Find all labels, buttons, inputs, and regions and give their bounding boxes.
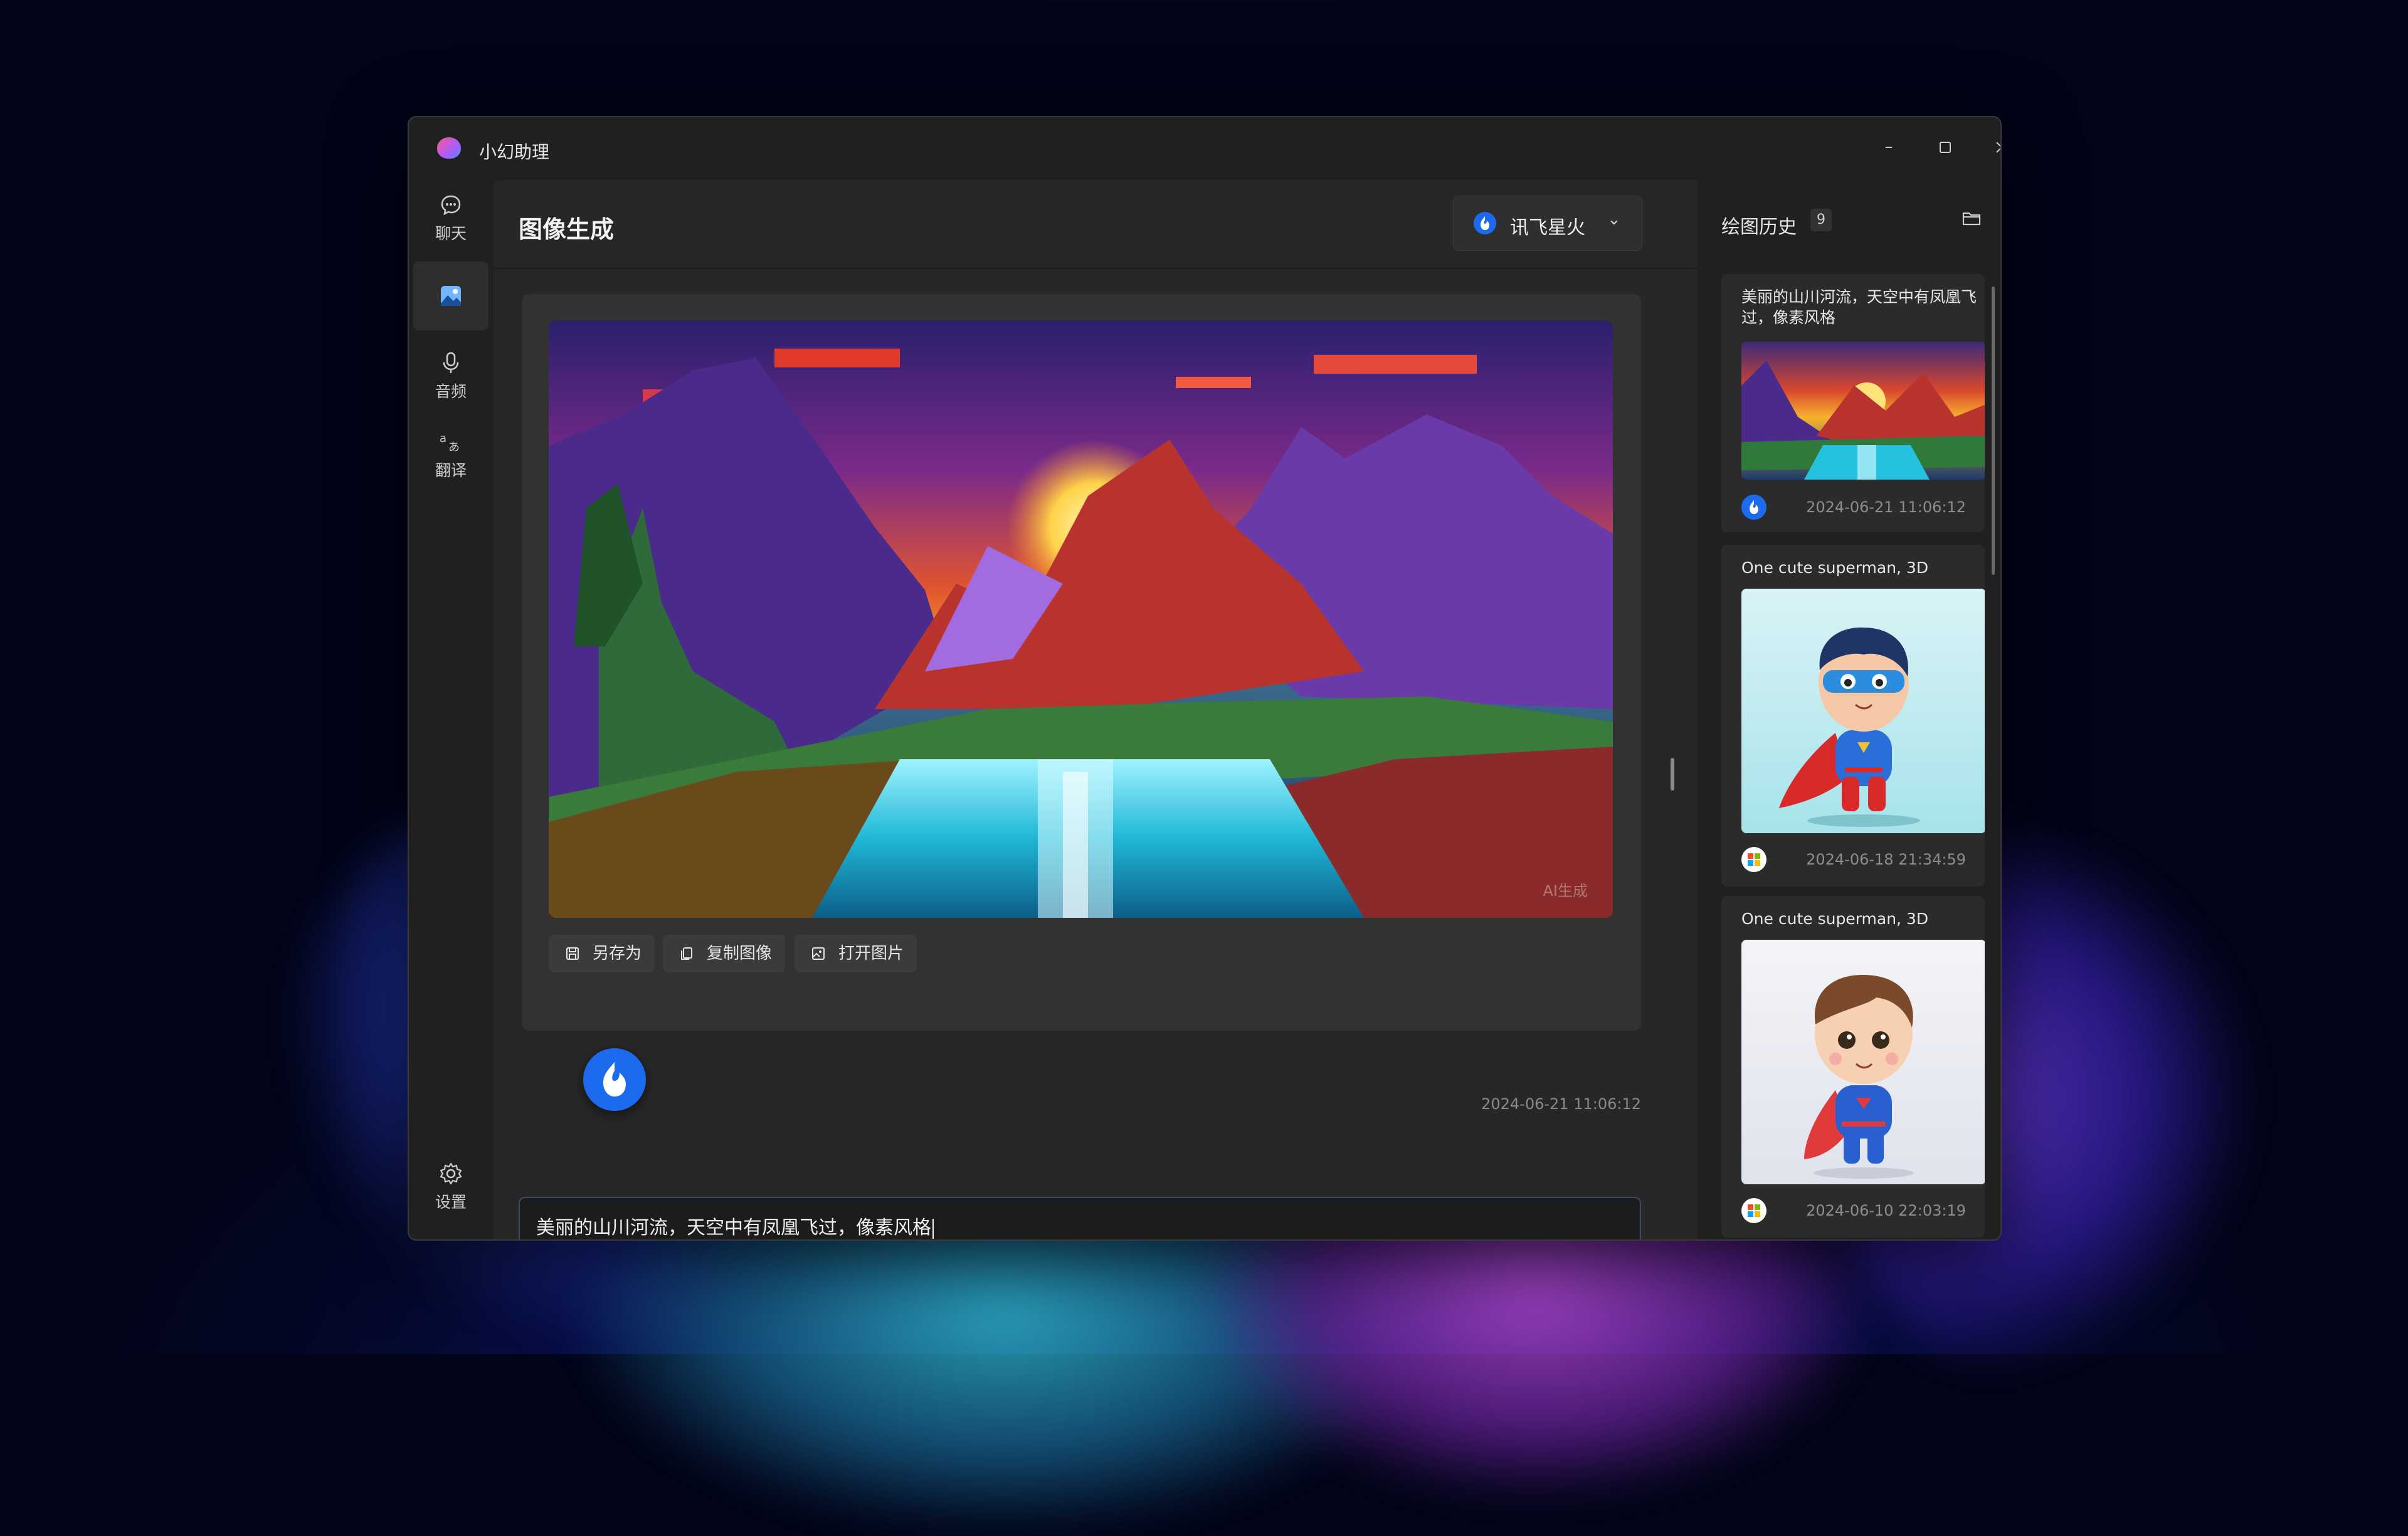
nav-item-translate[interactable]: aあ 翻译 (413, 417, 488, 486)
svg-text:あ: あ (448, 441, 460, 454)
nav-item-audio[interactable]: 音频 (413, 338, 488, 407)
page-title: 图像生成 (519, 216, 615, 243)
nav-item-image[interactable] (413, 261, 488, 330)
open-image-icon (812, 947, 825, 960)
divider (494, 268, 1698, 269)
gear-icon (440, 1162, 462, 1185)
panel-splitter[interactable] (1671, 758, 1674, 791)
history-thumbnail[interactable] (1741, 589, 1985, 833)
nav-item-label: 聊天 (435, 224, 467, 243)
spark-icon (1474, 212, 1496, 234)
text-caret (932, 1218, 934, 1239)
maximize-icon (1940, 141, 1951, 153)
chevron-down-icon: ⌄ (1607, 210, 1621, 229)
history-prompt: 美丽的山川河流，天空中有凤凰飞过，像素风格 (1741, 288, 1977, 327)
history-thumbnail[interactable] (1741, 940, 1985, 1184)
spark-icon (583, 1048, 646, 1111)
microphone-icon (443, 352, 459, 373)
nav-item-chat[interactable]: 聊天 (413, 180, 488, 249)
copy-image-label: 复制图像 (707, 944, 773, 963)
history-time: 2024-06-21 11:06:12 (1806, 498, 1966, 516)
save-as-button[interactable]: 另存为 (549, 935, 654, 972)
main-panel: 图像生成 讯飞星火 ⌄ AI生成 另存为 复制图像 打开图片 2024-06-2… (494, 180, 1698, 1239)
app-title: 小幻助理 (479, 142, 550, 162)
result-card: AI生成 另存为 复制图像 打开图片 (522, 294, 1641, 1031)
history-thumbnail[interactable] (1741, 342, 1985, 480)
svg-text:a: a (440, 432, 446, 445)
side-nav: 聊天 音频 aあ 翻译 设置 (409, 180, 494, 1239)
history-prompt: One cute superman, 3D (1741, 559, 1929, 577)
history-scrollbar[interactable] (1992, 287, 1995, 575)
nav-item-label: 设置 (435, 1193, 467, 1211)
close-icon (1996, 141, 2000, 153)
maximize-button[interactable] (1926, 131, 1964, 162)
microsoft-icon (1741, 847, 1766, 872)
spark-icon (1741, 495, 1766, 520)
generated-image[interactable]: AI生成 (549, 320, 1613, 918)
microsoft-icon (1741, 1198, 1766, 1223)
chat-icon (441, 195, 461, 216)
open-image-label: 打开图片 (838, 944, 904, 963)
ai-watermark: AI生成 (1543, 882, 1588, 900)
close-button[interactable] (1983, 131, 2000, 162)
minimize-button[interactable]: – (1870, 131, 1908, 162)
message-timestamp: 2024-06-21 11:06:12 (1481, 1095, 1641, 1113)
nav-item-label: 翻译 (435, 461, 467, 480)
history-time: 2024-06-10 22:03:19 (1806, 1202, 1966, 1219)
save-as-label: 另存为 (593, 944, 642, 963)
history-panel: 绘图历史 9 美丽的山川河流，天空中有凤凰飞过，像素风格 2024-06-21 … (1698, 180, 2000, 1239)
model-select[interactable]: 讯飞星火 ⌄ (1453, 196, 1642, 251)
nav-item-label: 音频 (435, 382, 467, 401)
history-time: 2024-06-18 21:34:59 (1806, 851, 1966, 868)
image-icon (441, 286, 461, 306)
model-label: 讯飞星火 (1510, 217, 1585, 239)
history-title: 绘图历史 (1721, 216, 1797, 238)
history-item[interactable]: One cute superman, 3D (1721, 545, 1985, 886)
prompt-text: 美丽的山川河流，天空中有凤凰飞过，像素风格 (536, 1217, 931, 1239)
history-prompt: One cute superman, 3D (1741, 910, 1929, 928)
nav-item-settings[interactable]: 设置 (413, 1149, 488, 1218)
history-item[interactable]: 美丽的山川河流，天空中有凤凰飞过，像素风格 2024-06-21 11:06:1… (1721, 274, 1985, 532)
app-logo-icon (437, 137, 461, 159)
copy-image-button[interactable]: 复制图像 (663, 935, 785, 972)
history-item[interactable]: One cute superman, 3D (1721, 896, 1985, 1238)
open-image-button[interactable]: 打开图片 (795, 935, 917, 972)
copy-icon (681, 947, 692, 960)
prompt-input[interactable]: 美丽的山川河流，天空中有凤凰飞过，像素风格 (519, 1197, 1641, 1239)
translate-icon: aあ (440, 432, 460, 454)
app-window: 小幻助理 – 聊天 音频 aあ 翻译 设置 图像生成 讯飞星火 ⌄ AI生成 另… (408, 116, 2002, 1241)
folder-icon[interactable] (1961, 208, 1982, 229)
history-count-badge: 9 (1810, 209, 1832, 231)
save-icon (566, 947, 579, 960)
title-bar[interactable]: 小幻助理 – (409, 117, 2000, 180)
